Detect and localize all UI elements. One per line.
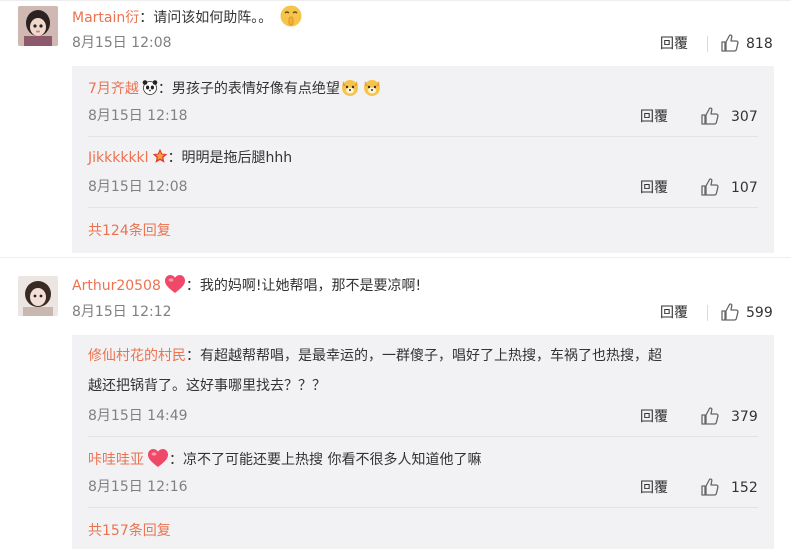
thumbs-up-icon[interactable] bbox=[720, 33, 740, 53]
thumbs-up-icon[interactable] bbox=[700, 177, 720, 197]
view-all-replies-link[interactable]: 共124条回复 bbox=[88, 221, 171, 241]
reply-time: 8月15日 12:08 bbox=[88, 179, 188, 195]
separator bbox=[88, 507, 758, 508]
thumbs-up-icon[interactable] bbox=[700, 106, 720, 126]
reply-username[interactable]: 修仙村花的村民 bbox=[88, 348, 186, 364]
separator bbox=[88, 436, 758, 437]
like-count: 379 bbox=[731, 409, 758, 425]
like-count: 818 bbox=[746, 36, 773, 52]
heart-icon bbox=[148, 449, 168, 467]
reply-line: 咔哇哇亚 ：凉不了可能还要上热搜 你看不很多人知道他了嘛 bbox=[88, 448, 481, 470]
reply-text: ：明明是拖后腿hhh bbox=[167, 150, 293, 166]
reply-line: 修仙村花的村民：有超越帮帮唱，是最幸运的，一群傻子，唱好了上热搜，车祸了也热搜，… bbox=[88, 346, 662, 366]
reply-button[interactable]: 回覆 bbox=[640, 478, 668, 498]
like-count: 599 bbox=[746, 305, 773, 321]
reply-username[interactable]: 7月齐越 bbox=[88, 81, 139, 97]
like-count: 107 bbox=[731, 180, 758, 196]
top-divider bbox=[0, 0, 791, 1]
comment-text: ：我的妈啊!让她帮唱，那不是要凉啊! bbox=[185, 278, 422, 294]
avatar[interactable] bbox=[18, 276, 58, 316]
reply-text: ：凉不了可能还要上热搜 你看不很多人知道他了嘛 bbox=[169, 452, 482, 468]
replies-panel bbox=[72, 335, 774, 549]
thumbs-up-icon[interactable] bbox=[720, 302, 740, 322]
reply-line-continued: 越还把锅背了。这好事哪里找去？？？ bbox=[88, 376, 326, 396]
comment-divider bbox=[0, 257, 791, 258]
dog-face-emoji bbox=[362, 77, 382, 97]
reply-text-continued: 越还把锅背了。这好事哪里找去？？？ bbox=[88, 378, 326, 394]
comment-username[interactable]: Arthur20508 bbox=[72, 278, 161, 294]
reply-text: ：男孩子的表情好像有点绝望 bbox=[157, 81, 340, 97]
reply-button[interactable]: 回覆 bbox=[640, 407, 668, 427]
reply-text: ：有超越帮帮唱，是最幸运的，一群傻子，唱好了上热搜，车祸了也热搜，超 bbox=[186, 348, 662, 364]
comment-line: Arthur20508 ：我的妈啊!让她帮唱，那不是要凉啊! bbox=[72, 274, 421, 296]
avatar[interactable] bbox=[18, 6, 58, 46]
comment-username[interactable]: Martain衍 bbox=[72, 10, 139, 26]
panda-icon bbox=[142, 80, 158, 95]
like-count: 152 bbox=[731, 480, 758, 496]
separator bbox=[88, 207, 758, 208]
reply-button[interactable]: 回覆 bbox=[640, 107, 668, 127]
heart-icon bbox=[164, 275, 185, 293]
separator bbox=[707, 305, 708, 321]
separator bbox=[88, 136, 758, 137]
reply-line: Jikkkkkkl ：明明是拖后腿hhh bbox=[88, 148, 292, 168]
reply-button[interactable]: 回覆 bbox=[660, 303, 688, 323]
dog-face-emoji bbox=[340, 77, 360, 97]
reply-button[interactable]: 回覆 bbox=[640, 178, 668, 198]
comment-time: 8月15日 12:08 bbox=[72, 35, 172, 51]
reply-button[interactable]: 回覆 bbox=[660, 34, 688, 54]
comment-line: Martain衍：请问该如何助阵。。 bbox=[72, 4, 303, 28]
thumbs-up-icon[interactable] bbox=[700, 406, 720, 426]
shushing-face-emoji bbox=[280, 5, 302, 27]
like-count: 307 bbox=[731, 109, 758, 125]
red-star-icon bbox=[152, 148, 167, 163]
comment-text: ：请问该如何助阵。。 bbox=[139, 10, 273, 26]
thumbs-up-icon[interactable] bbox=[700, 477, 720, 497]
reply-line: 7月齐越 ：男孩子的表情好像有点绝望 bbox=[88, 77, 382, 99]
reply-username[interactable]: 咔哇哇亚 bbox=[88, 452, 144, 468]
separator bbox=[707, 36, 708, 52]
reply-username[interactable]: Jikkkkkkl bbox=[88, 150, 149, 166]
reply-time: 8月15日 14:49 bbox=[88, 408, 188, 424]
view-all-replies-link[interactable]: 共157条回复 bbox=[88, 521, 171, 541]
reply-time: 8月15日 12:16 bbox=[88, 479, 188, 495]
reply-time: 8月15日 12:18 bbox=[88, 108, 188, 124]
comment-time: 8月15日 12:12 bbox=[72, 304, 172, 320]
